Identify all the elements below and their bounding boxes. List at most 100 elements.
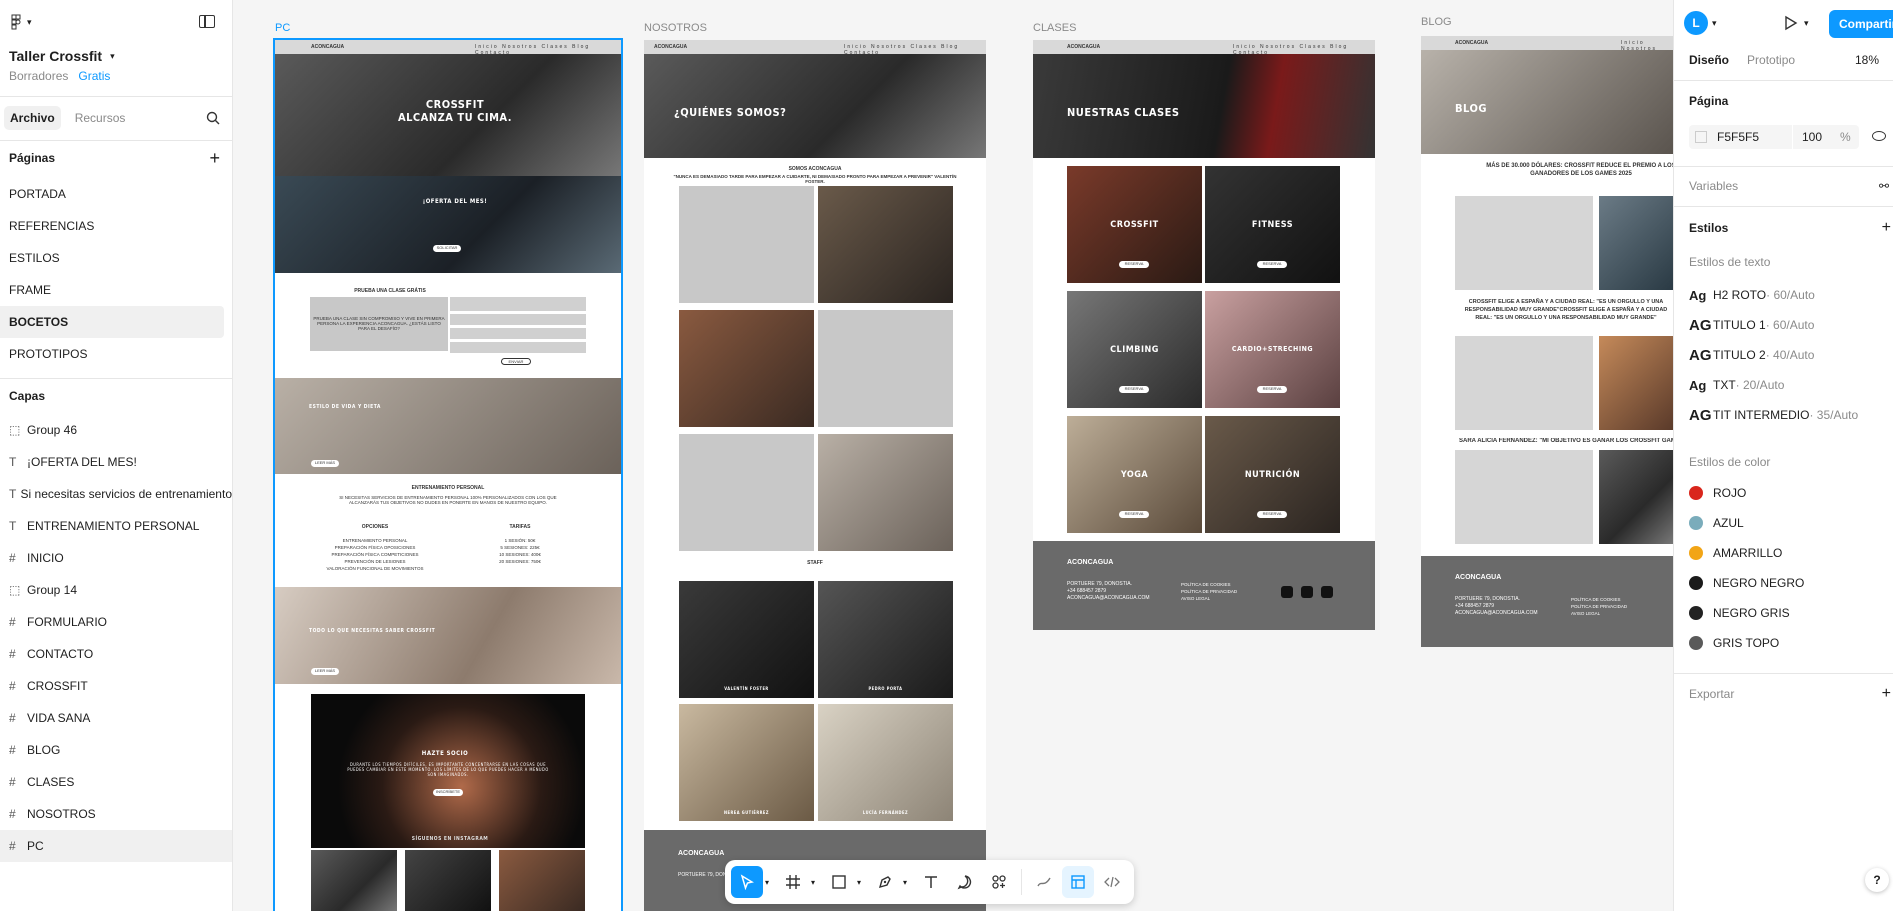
export-title[interactable]: Exportar — [1689, 687, 1734, 701]
layer-item[interactable]: # PC — [0, 830, 232, 862]
tab-file[interactable]: Archivo — [4, 106, 61, 130]
layer-item[interactable]: T ¡OFERTA DEL MES! — [0, 446, 232, 478]
file-menu-chevron-icon[interactable]: ▾ — [110, 51, 115, 62]
layer-item[interactable]: T ENTRENAMIENTO PERSONAL — [0, 510, 232, 542]
class-tile-button[interactable]: RESERVA — [1257, 261, 1287, 268]
page-item[interactable]: PROTOTIPOS — [0, 338, 224, 370]
pen-icon[interactable] — [869, 866, 901, 898]
tab-assets[interactable]: Recursos — [75, 111, 126, 125]
frame-pc[interactable]: ACONCAGUA Inicio Nosotros Clases Blog Co… — [273, 38, 623, 911]
page-item[interactable]: FRAME — [0, 274, 224, 306]
tab-prototype[interactable]: Prototipo — [1747, 53, 1795, 67]
text-style-item[interactable]: Ag TXT · 20/Auto — [1674, 370, 1893, 400]
layer-item[interactable]: ⬚ Group 14 — [0, 574, 232, 606]
plan-badge[interactable]: Gratis — [78, 69, 110, 83]
text-style-item[interactable]: AG TITULO 2 · 40/Auto — [1674, 340, 1893, 370]
help-button[interactable]: ? — [1865, 868, 1889, 892]
class-tile-button[interactable]: RESERVA — [1119, 386, 1149, 393]
dev-mode-icon[interactable] — [1096, 866, 1128, 898]
pc-form-field-2[interactable] — [450, 314, 586, 325]
share-button[interactable]: Compartir — [1829, 10, 1893, 38]
class-tile-button[interactable]: RESERVA — [1119, 261, 1149, 268]
clases-social-icons[interactable] — [1281, 586, 1333, 598]
layer-item[interactable]: # INICIO — [0, 542, 232, 574]
sidebar-toggle-icon[interactable] — [199, 15, 215, 28]
pc-form-field-3[interactable] — [450, 328, 586, 339]
rectangle-icon[interactable] — [823, 866, 855, 898]
comment-icon[interactable] — [949, 866, 981, 898]
variables-icon[interactable]: ⚯ — [1879, 179, 1889, 193]
color-style-item[interactable]: ROJO — [1674, 478, 1893, 508]
present-button[interactable]: ▾ — [1782, 15, 1809, 31]
add-page-icon[interactable]: + — [209, 149, 220, 167]
text-style-item[interactable]: AG TIT INTERMEDIO · 35/Auto — [1674, 400, 1893, 430]
blog-article-2-title[interactable]: CROSSFIT ELIGE A ESPAÑA Y A CIUDAD REAL:… — [1459, 298, 1673, 322]
frame-label-nosotros[interactable]: NOSOTROS — [644, 22, 707, 34]
avatar-chevron-icon[interactable]: ▾ — [1712, 18, 1717, 29]
frame-blog[interactable]: ACONCAGUA Inicio Nosotros BLOG MÁS DE 30.… — [1421, 36, 1673, 647]
color-style-item[interactable]: GRIS TOPO — [1674, 628, 1893, 658]
clases-footer-links[interactable]: POLÍTICA DE COOKIES POLÍTICA DE PRIVACIDA… — [1181, 581, 1237, 602]
layer-item[interactable]: # VIDA SANA — [0, 702, 232, 734]
page-opacity[interactable]: 100 — [1802, 130, 1822, 144]
color-style-item[interactable]: NEGRO GRIS — [1674, 598, 1893, 628]
actions-icon[interactable] — [983, 866, 1015, 898]
play-chevron-icon[interactable]: ▾ — [1804, 18, 1809, 29]
avatar[interactable]: L — [1684, 11, 1708, 35]
add-export-icon[interactable]: + — [1882, 685, 1891, 703]
pen-menu-chevron-icon[interactable]: ▾ — [903, 878, 913, 887]
frame-label-clases[interactable]: CLASES — [1033, 22, 1076, 34]
pc-form-field-1[interactable] — [450, 297, 586, 311]
pc-socio-button[interactable]: INSCRÍBETE — [433, 789, 463, 796]
page-item[interactable]: BOCETOS — [0, 306, 224, 338]
pc-form-field-4[interactable] — [450, 342, 586, 353]
pc-life-button[interactable]: LEER MÁS — [311, 460, 339, 467]
color-style-item[interactable]: AZUL — [1674, 508, 1893, 538]
class-tile-button[interactable]: RESERVA — [1257, 511, 1287, 518]
pc-cf-button[interactable]: LEER MÁS — [311, 668, 339, 675]
frame-nosotros[interactable]: ACONCAGUA Inicio Nosotros Clases Blog Con… — [644, 40, 986, 911]
shape-menu-chevron-icon[interactable]: ▾ — [857, 878, 867, 887]
text-style-item[interactable]: Ag H2 ROTO · 60/Auto — [1674, 280, 1893, 310]
page-item[interactable]: REFERENCIAS — [0, 210, 224, 242]
search-icon[interactable] — [206, 111, 220, 125]
layer-item[interactable]: # CROSSFIT — [0, 670, 232, 702]
layer-item[interactable]: T Si necesitas servicios de entrenamiento — [0, 478, 232, 510]
page-item[interactable]: ESTILOS — [0, 242, 224, 274]
frame-label-pc[interactable]: PC — [275, 22, 290, 34]
frame-icon[interactable] — [777, 866, 809, 898]
layer-item[interactable]: # CLASES — [0, 766, 232, 798]
page-color-field[interactable]: F5F5F5 100 % — [1689, 125, 1859, 149]
color-style-item[interactable]: NEGRO NEGRO — [1674, 568, 1893, 598]
file-name[interactable]: Taller Crossfit — [9, 48, 102, 64]
draw-icon[interactable] — [1028, 866, 1060, 898]
variables-title[interactable]: Variables — [1689, 179, 1738, 193]
frame-clases[interactable]: ACONCAGUA Inicio Nosotros Clases Blog Con… — [1033, 40, 1375, 630]
x-twitter-icon[interactable] — [1321, 586, 1333, 598]
canvas[interactable]: PC ACONCAGUA Inicio Nosotros Clases Blog… — [233, 0, 1673, 911]
text-icon[interactable] — [915, 866, 947, 898]
drafts-link[interactable]: Borradores — [9, 69, 68, 83]
text-style-item[interactable]: AG TITULO 1 · 60/Auto — [1674, 310, 1893, 340]
layer-item[interactable]: # NOSOTROS — [0, 798, 232, 830]
layer-item[interactable]: ⬚ Group 46 — [0, 414, 232, 446]
layer-item[interactable]: # CONTACTO — [0, 638, 232, 670]
blog-article-1-title[interactable]: MÁS DE 30.000 DÓLARES: CROSSFIT REDUCE E… — [1481, 162, 1673, 178]
facebook-icon[interactable] — [1301, 586, 1313, 598]
frame-menu-chevron-icon[interactable]: ▾ — [811, 878, 821, 887]
tab-design[interactable]: Diseño — [1689, 53, 1729, 67]
page-color-swatch[interactable] — [1695, 131, 1707, 143]
zoom-level[interactable]: 18% — [1855, 53, 1879, 67]
main-menu-button[interactable]: ▾ — [9, 14, 32, 30]
class-tile-button[interactable]: RESERVA — [1119, 511, 1149, 518]
page-item[interactable]: PORTADA — [0, 178, 224, 210]
add-style-icon[interactable]: + — [1882, 219, 1891, 237]
layer-item[interactable]: # BLOG — [0, 734, 232, 766]
design-mode-icon[interactable] — [1062, 866, 1094, 898]
visibility-eye-icon[interactable] — [1872, 131, 1886, 141]
blog-article-3-title[interactable]: SARA ALICIA FERNÁNDEZ: "MI OBJETIVO ES G… — [1459, 438, 1673, 444]
instagram-icon[interactable] — [1281, 586, 1293, 598]
frame-label-blog[interactable]: BLOG — [1421, 16, 1452, 28]
class-tile-button[interactable]: RESERVA — [1257, 386, 1287, 393]
pc-offer-button[interactable]: SOLICITAR — [433, 245, 461, 252]
